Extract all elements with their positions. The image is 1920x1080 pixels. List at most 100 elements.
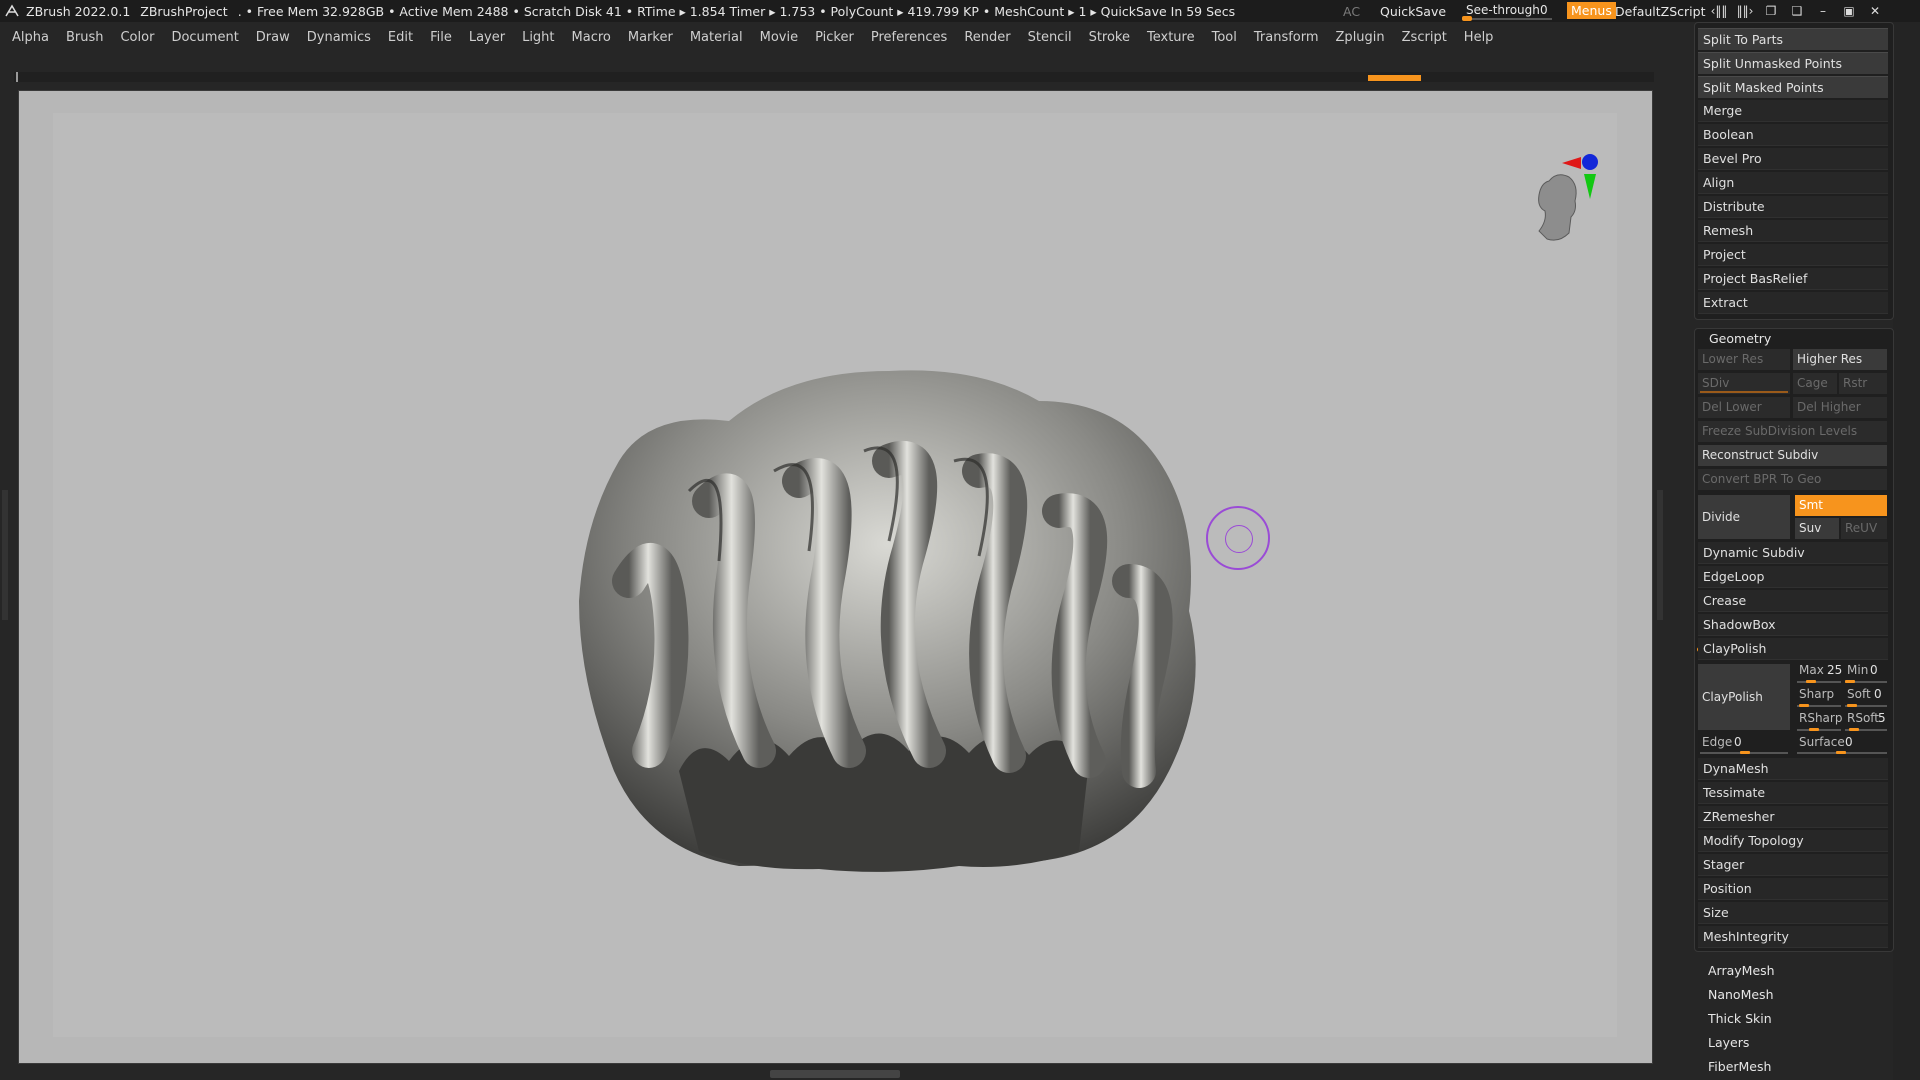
project-basrelief-item[interactable]: Project BasRelief [1698,268,1888,290]
active-strip-indicator[interactable] [1368,75,1421,81]
menu-layer[interactable]: Layer [469,30,505,45]
size-item[interactable]: Size [1698,902,1888,924]
menu-document[interactable]: Document [171,30,238,45]
rsharp-knob[interactable] [1809,728,1819,731]
min-value[interactable]: 0 [1866,660,1882,681]
del-lower-button[interactable]: Del Lower [1698,397,1790,418]
edgeloop-item[interactable]: EdgeLoop [1698,566,1888,588]
position-item[interactable]: Position [1698,878,1888,900]
meshintegrity-item[interactable]: MeshIntegrity [1698,926,1888,948]
split-unmasked-points-button[interactable]: Split Unmasked Points [1698,52,1888,74]
minimize-icon[interactable]: – [1810,0,1836,22]
menu-movie[interactable]: Movie [760,30,798,45]
freeze-subdivision-button[interactable]: Freeze SubDivision Levels [1698,421,1887,442]
max-value[interactable]: 25 [1823,660,1843,681]
menu-zscript[interactable]: Zscript [1402,30,1447,45]
soft-value[interactable]: 0 [1870,684,1884,705]
dynamic-subdiv-item[interactable]: Dynamic Subdiv [1698,542,1888,564]
rsoft-knob[interactable] [1849,728,1859,731]
sharp-knob[interactable] [1799,704,1809,707]
menu-render[interactable]: Render [964,30,1010,45]
bevel-pro-item[interactable]: Bevel Pro [1698,148,1888,170]
extract-item[interactable]: Extract [1698,292,1888,314]
nanomesh-subpalette[interactable]: NanoMesh [1708,987,1774,1002]
distribute-item[interactable]: Distribute [1698,196,1888,218]
menu-tool[interactable]: Tool [1212,30,1237,45]
tool-strip[interactable] [14,72,1654,82]
menu-transform[interactable]: Transform [1254,30,1319,45]
convert-bpr-button[interactable]: Convert BPR To Geo [1698,469,1887,490]
layout-icon[interactable]: ❐ [1758,0,1784,22]
merge-item[interactable]: Merge [1698,100,1888,122]
menus-toggle-button[interactable]: Menus [1567,2,1616,19]
higher-res-button[interactable]: Higher Res [1793,349,1887,370]
align-item[interactable]: Align [1698,172,1888,194]
surface-value[interactable]: 0 [1841,732,1855,753]
project-item[interactable]: Project [1698,244,1888,266]
menu-stroke[interactable]: Stroke [1089,30,1130,45]
close-icon[interactable]: ✕ [1862,0,1888,22]
menu-material[interactable]: Material [690,30,743,45]
shrink-right-icon[interactable]: ‖‖› [1732,0,1758,22]
bottom-shelf-handle[interactable] [770,1070,900,1078]
del-higher-button[interactable]: Del Higher [1793,397,1887,418]
tessimate-item[interactable]: Tessimate [1698,782,1888,804]
max-knob[interactable] [1806,680,1816,683]
menu-edit[interactable]: Edit [388,30,413,45]
lower-res-button[interactable]: Lower Res [1698,349,1790,370]
menu-light[interactable]: Light [522,30,554,45]
default-zscript-button[interactable]: DefaultZScript [1615,4,1706,19]
boolean-item[interactable]: Boolean [1698,124,1888,146]
menu-marker[interactable]: Marker [628,30,673,45]
menu-brush[interactable]: Brush [66,30,104,45]
menu-preferences[interactable]: Preferences [871,30,947,45]
rstr-button[interactable]: Rstr [1839,373,1887,394]
quicksave-button[interactable]: QuickSave [1380,4,1446,19]
dynamesh-item[interactable]: DynaMesh [1698,758,1888,780]
geometry-header[interactable]: Geometry [1709,331,1771,346]
arraymesh-subpalette[interactable]: ArrayMesh [1708,963,1775,978]
menu-color[interactable]: Color [120,30,154,45]
menu-macro[interactable]: Macro [572,30,611,45]
3d-model-mesh[interactable] [559,351,1219,881]
divide-button[interactable]: Divide [1698,495,1790,539]
claypolish-item[interactable]: ClayPolish [1698,638,1888,660]
menu-draw[interactable]: Draw [256,30,290,45]
crease-item[interactable]: Crease [1698,590,1888,612]
see-through-slider[interactable]: See-through 0 [1462,1,1554,21]
min-knob[interactable] [1845,680,1855,683]
thick-skin-subpalette[interactable]: Thick Skin [1708,1011,1772,1026]
rsoft-value[interactable]: 5 [1874,708,1888,729]
surface-knob[interactable] [1836,751,1846,754]
reconstruct-subdiv-button[interactable]: Reconstruct Subdiv [1698,445,1887,466]
canvas-viewport[interactable] [18,90,1653,1064]
menu-alpha[interactable]: Alpha [12,30,49,45]
left-shelf-handle[interactable] [2,490,8,620]
layers-subpalette[interactable]: Layers [1708,1035,1749,1050]
claypolish-button[interactable]: ClayPolish [1698,664,1790,730]
menu-zplugin[interactable]: Zplugin [1336,30,1385,45]
edge-knob[interactable] [1740,751,1750,754]
palette-scroll-area[interactable] [1893,22,1920,1080]
layout-alt-icon[interactable]: ❑ [1784,0,1810,22]
split-to-parts-button[interactable]: Split To Parts [1698,28,1888,50]
shrink-left-icon[interactable]: ‹‖‖ [1706,0,1732,22]
soft-knob[interactable] [1847,704,1857,707]
zremesher-item[interactable]: ZRemesher [1698,806,1888,828]
navigation-head-gizmo[interactable] [1499,121,1619,251]
right-shelf-handle[interactable] [1657,490,1663,620]
split-masked-points-button[interactable]: Split Masked Points [1698,76,1888,98]
fibermesh-subpalette[interactable]: FiberMesh [1708,1059,1771,1074]
shadowbox-item[interactable]: ShadowBox [1698,614,1888,636]
cage-button[interactable]: Cage [1793,373,1837,394]
maximize-icon[interactable]: ▣ [1836,0,1862,22]
menu-picker[interactable]: Picker [815,30,854,45]
edge-value[interactable]: 0 [1730,732,1744,753]
modify-topology-item[interactable]: Modify Topology [1698,830,1888,852]
ac-label[interactable]: AC [1343,4,1360,19]
suv-toggle[interactable]: Suv [1795,518,1839,539]
reuv-toggle[interactable]: ReUV [1841,518,1887,539]
stager-item[interactable]: Stager [1698,854,1888,876]
smt-toggle[interactable]: Smt [1795,495,1887,516]
menu-file[interactable]: File [430,30,452,45]
